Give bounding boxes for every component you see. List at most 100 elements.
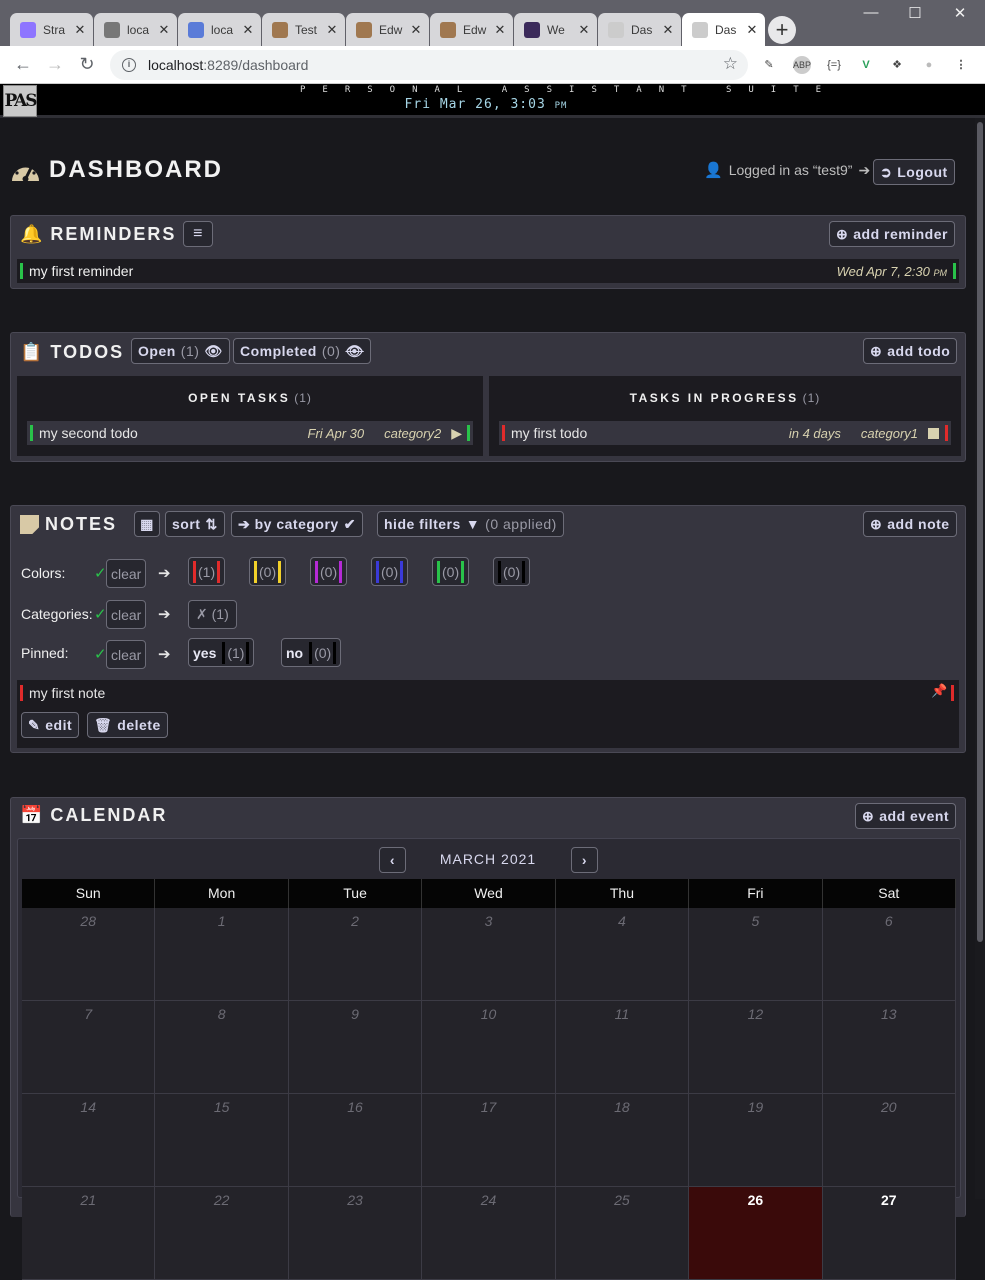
calendar-day-cell[interactable]: 11: [555, 1001, 690, 1094]
calendar-day-cell[interactable]: 13: [822, 1001, 956, 1094]
add-note-button[interactable]: ⊕ add note: [863, 511, 957, 537]
forward-icon[interactable]: →: [44, 54, 66, 75]
calendar-day-cell[interactable]: 1: [155, 908, 289, 1001]
close-tab-icon[interactable]: ✕: [325, 22, 339, 38]
calendar-day-cell[interactable]: 8: [155, 1001, 289, 1094]
reminders-list-toggle[interactable]: ≡: [183, 221, 213, 247]
calendar-day-cell[interactable]: 17: [422, 1094, 556, 1187]
close-tab-icon[interactable]: ✕: [745, 22, 759, 38]
calendar-day-cell[interactable]: 14: [22, 1094, 156, 1187]
close-tab-icon[interactable]: ✕: [73, 22, 87, 38]
calendar-day-cell[interactable]: 22: [155, 1187, 289, 1280]
calendar-day-cell[interactable]: 5: [689, 908, 823, 1001]
profile-icon[interactable]: ●: [920, 56, 938, 74]
grid-view-button[interactable]: ▦: [134, 511, 160, 537]
calendar-day-cell[interactable]: 28: [22, 908, 156, 1001]
pas-logo[interactable]: PAS: [3, 85, 38, 117]
adblock-icon[interactable]: ABP: [793, 56, 811, 74]
close-tab-icon[interactable]: ✕: [577, 22, 591, 38]
new-tab-button[interactable]: +: [768, 16, 796, 44]
calendar-day-cell[interactable]: 15: [155, 1094, 289, 1187]
page-scrollbar[interactable]: [975, 118, 985, 1199]
calendar-day-cell[interactable]: 10: [422, 1001, 556, 1094]
calendar-day-cell[interactable]: 20: [822, 1094, 956, 1187]
site-info-icon[interactable]: i: [122, 58, 136, 72]
color-filter-chip[interactable]: (0): [371, 557, 409, 586]
edit-note-button[interactable]: ✎ edit: [21, 712, 80, 738]
bookmark-star-icon[interactable]: ☆: [723, 54, 738, 74]
group-by-category-button[interactable]: ➔ by category ✔: [231, 511, 363, 537]
stop-icon[interactable]: [928, 427, 939, 439]
close-tab-icon[interactable]: ✕: [661, 22, 675, 38]
calendar-day-cell[interactable]: 25: [555, 1187, 690, 1280]
add-todo-button[interactable]: ⊕ add todo: [863, 338, 958, 364]
browser-tab[interactable]: loca ✕: [178, 13, 261, 46]
todo-item[interactable]: my second todo Fri Apr 30 category2 ▶: [27, 421, 473, 445]
open-filter-button[interactable]: Open (1) 👁: [131, 338, 230, 364]
pinned-clear-button[interactable]: clear: [106, 640, 147, 669]
maximize-icon[interactable]: ☐: [900, 4, 930, 22]
back-icon[interactable]: ←: [12, 54, 34, 75]
browser-tab[interactable]: Das ✕: [598, 13, 681, 46]
menu-kebab-icon[interactable]: ⋮: [952, 56, 970, 74]
calendar-day-cell[interactable]: 7: [22, 1001, 156, 1094]
hide-filters-button[interactable]: hide filters ▼ (0 applied): [377, 511, 564, 537]
colors-clear-button[interactable]: clear: [106, 559, 147, 588]
color-filter-chip[interactable]: (1): [188, 557, 226, 586]
browser-tab[interactable]: Stra ✕: [10, 13, 93, 46]
extension-icon[interactable]: ✎: [760, 56, 778, 74]
completed-filter-button[interactable]: Completed (0) 👁: [233, 338, 371, 364]
reload-icon[interactable]: ↻: [76, 54, 98, 75]
minimize-icon[interactable]: —: [856, 4, 886, 21]
close-window-icon[interactable]: ✕: [945, 4, 975, 22]
categories-clear-button[interactable]: clear: [106, 600, 147, 629]
reminder-item[interactable]: my first reminder Wed Apr 7, 2:30 PM: [17, 259, 959, 283]
calendar-day-cell[interactable]: 2: [288, 908, 423, 1001]
logout-button[interactable]: ➲ Logout: [873, 159, 955, 185]
browser-tab[interactable]: loca ✕: [94, 13, 177, 46]
address-bar[interactable]: i localhost:8289/dashboard ☆: [110, 50, 748, 80]
calendar-day-cell[interactable]: 3: [422, 908, 556, 1001]
calendar-day-cell[interactable]: 21: [22, 1187, 156, 1280]
calendar-day-cell[interactable]: 19: [689, 1094, 823, 1187]
calendar-day-cell[interactable]: 27: [822, 1187, 956, 1280]
pinned-no-chip[interactable]: no (0): [281, 638, 342, 667]
pinned-yes-chip[interactable]: yes (1): [188, 638, 255, 667]
sort-button[interactable]: sort ⇅: [165, 511, 225, 537]
delete-note-button[interactable]: 🗑 delete: [87, 712, 168, 738]
pin-icon[interactable]: 📌: [931, 683, 947, 699]
calendar-day-cell[interactable]: 18: [555, 1094, 690, 1187]
calendar-day-cell[interactable]: 26: [689, 1187, 823, 1280]
browser-tab[interactable]: Test ✕: [262, 13, 345, 46]
color-filter-chip[interactable]: (0): [432, 557, 470, 586]
add-reminder-button[interactable]: ⊕ add reminder: [829, 221, 955, 247]
close-tab-icon[interactable]: ✕: [241, 22, 255, 38]
browser-tab[interactable]: Das ✕: [682, 13, 765, 46]
close-tab-icon[interactable]: ✕: [409, 22, 423, 38]
calendar-day-cell[interactable]: 24: [422, 1187, 556, 1280]
note-item[interactable]: my first note 📌 ✎ edit 🗑 delete: [17, 680, 959, 748]
calendar-day-cell[interactable]: 4: [555, 908, 690, 1001]
prev-month-button[interactable]: ‹: [379, 847, 406, 873]
browser-tab[interactable]: Edw ✕: [346, 13, 429, 46]
puzzle-extensions-icon[interactable]: ❖: [888, 56, 906, 74]
vue-devtools-icon[interactable]: V: [857, 56, 875, 74]
close-tab-icon[interactable]: ✕: [493, 22, 507, 38]
next-month-button[interactable]: ›: [571, 847, 598, 873]
todo-item[interactable]: my first todo in 4 days category1: [499, 421, 951, 445]
category-chip[interactable]: ✗ (1): [188, 600, 237, 629]
browser-tab[interactable]: We ✕: [514, 13, 597, 46]
calendar-day-cell[interactable]: 9: [288, 1001, 423, 1094]
calendar-day-cell[interactable]: 16: [288, 1094, 423, 1187]
scrollbar-thumb[interactable]: [977, 122, 983, 942]
calendar-day-cell[interactable]: 23: [288, 1187, 423, 1280]
json-extension-icon[interactable]: {=}: [825, 56, 843, 74]
play-icon[interactable]: ▶: [451, 425, 462, 442]
calendar-day-cell[interactable]: 6: [822, 908, 956, 1001]
add-event-button[interactable]: ⊕ add event: [855, 803, 957, 829]
color-filter-chip[interactable]: (0): [310, 557, 348, 586]
close-tab-icon[interactable]: ✕: [157, 22, 171, 38]
color-filter-chip[interactable]: (0): [249, 557, 287, 586]
browser-tab[interactable]: Edw ✕: [430, 13, 513, 46]
color-filter-chip[interactable]: (0): [493, 557, 531, 586]
